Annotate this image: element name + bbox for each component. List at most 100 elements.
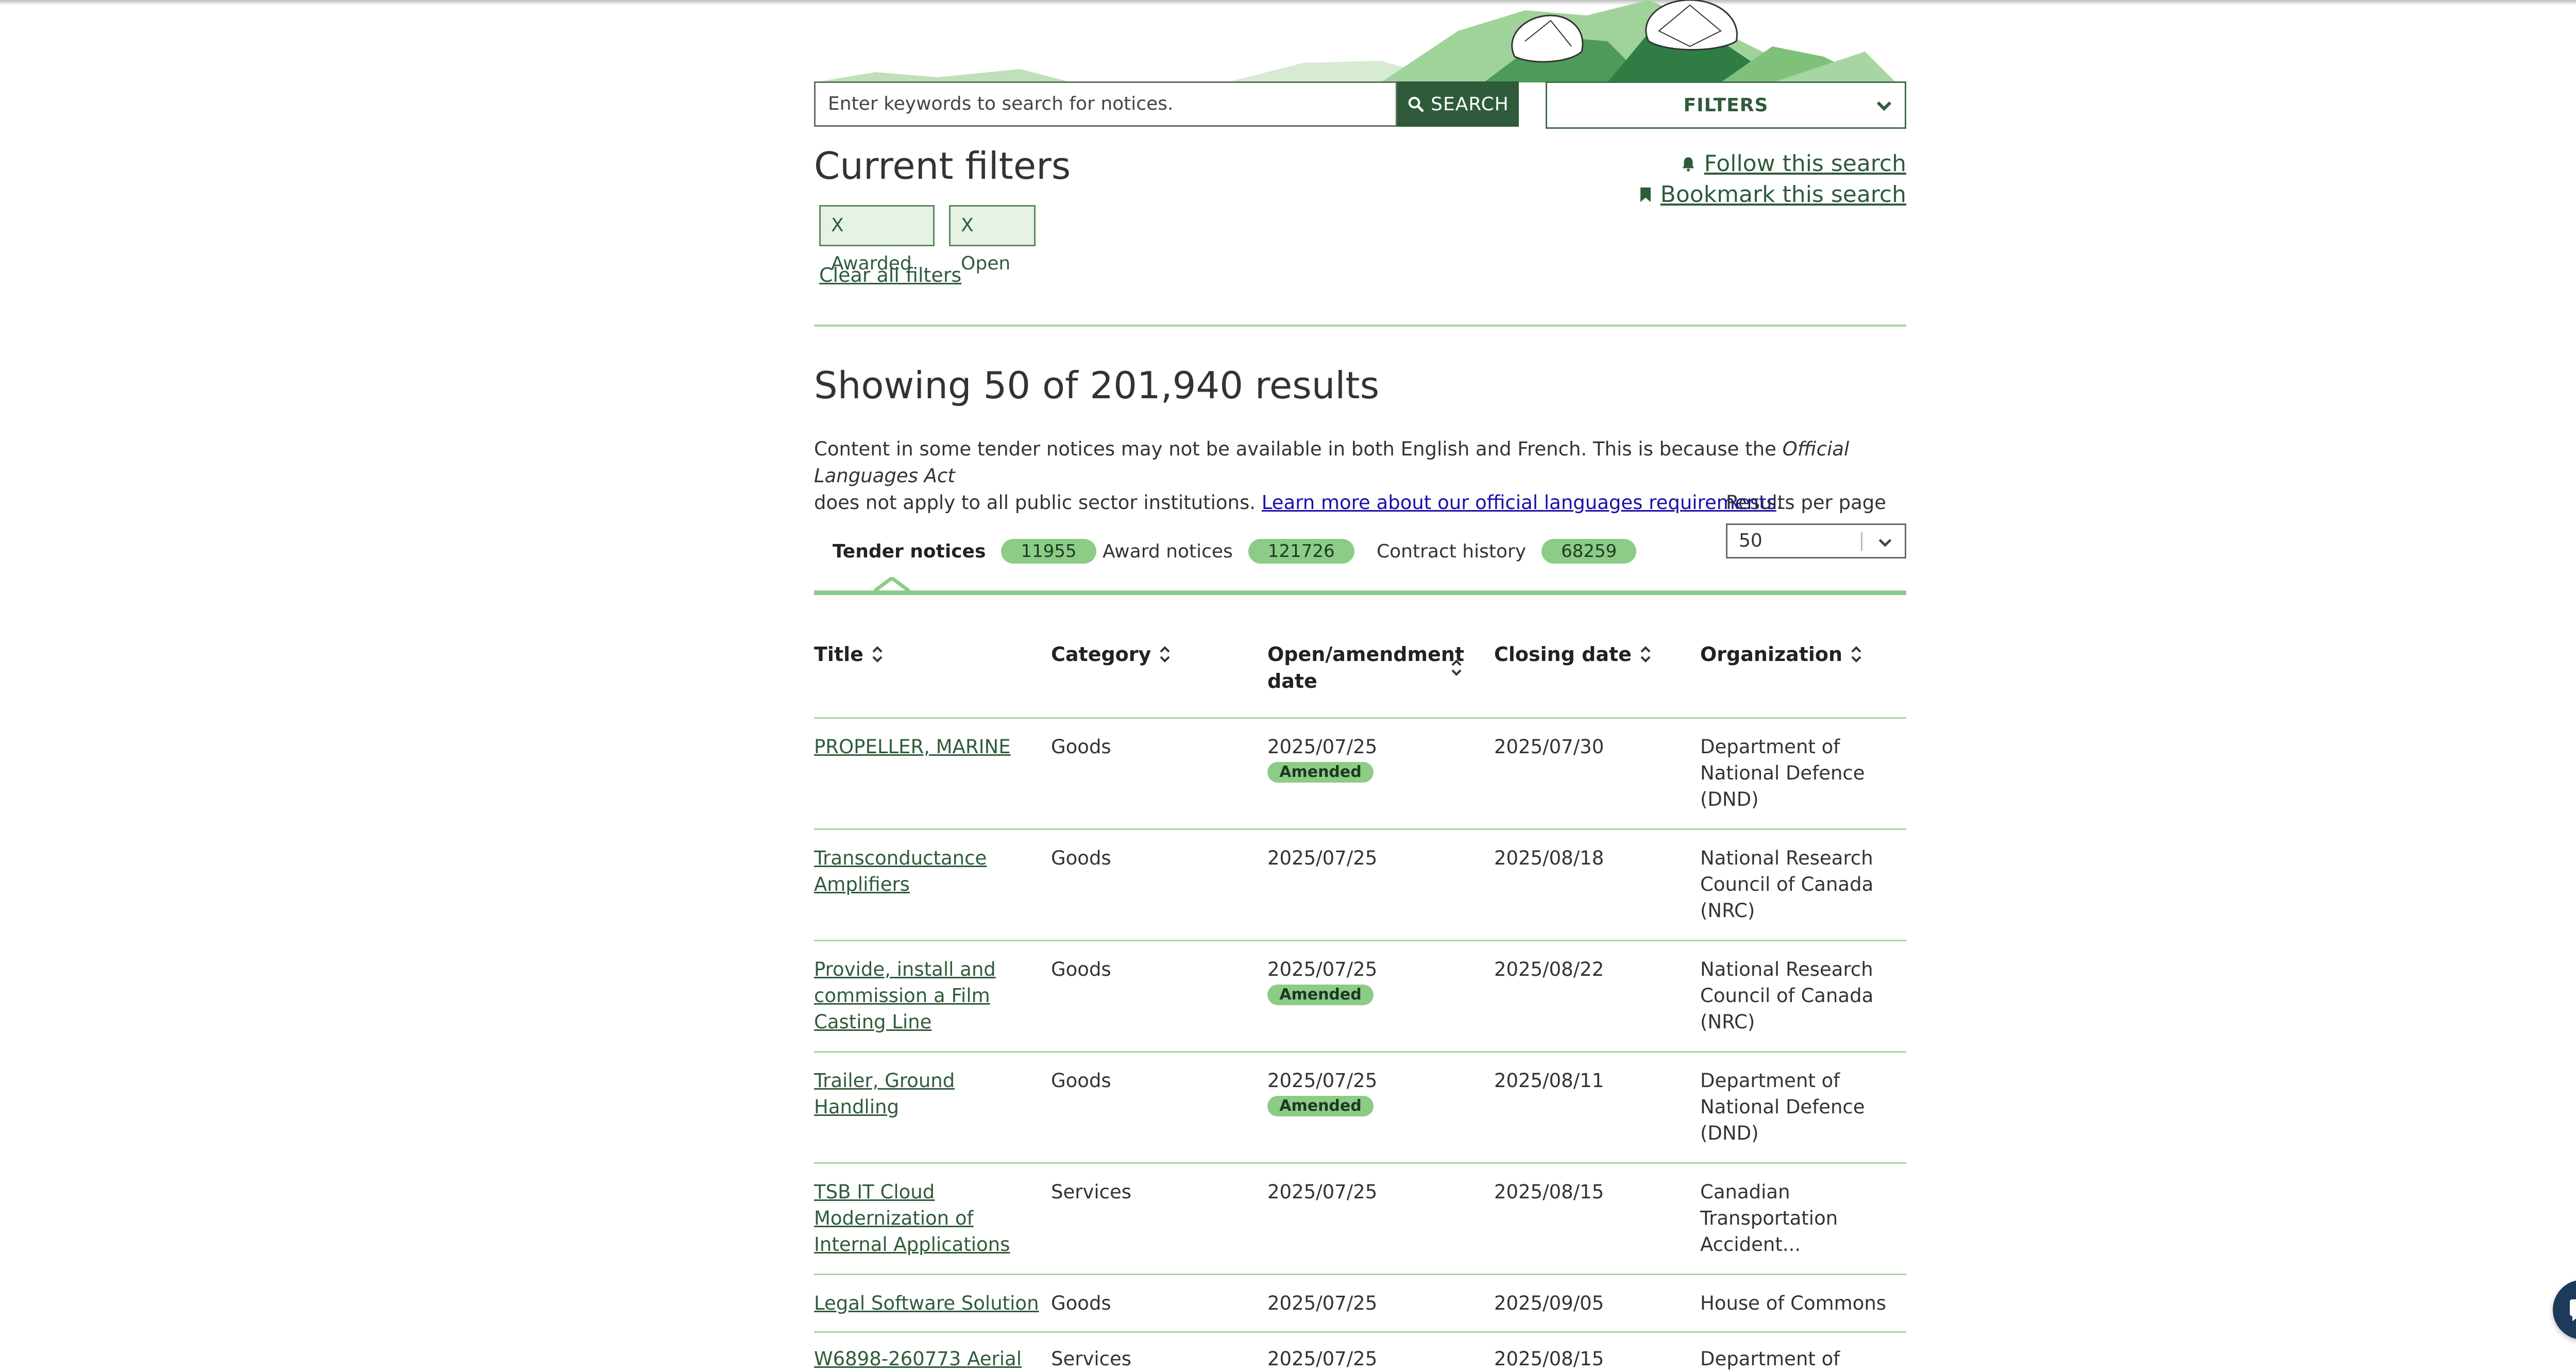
search-button[interactable]: SEARCH	[1397, 81, 1519, 127]
row-title-link[interactable]: Transconductance Amplifiers	[814, 845, 1036, 897]
column-header-label: Closing date	[1494, 643, 1632, 666]
row-closing-date: 2025/08/15	[1494, 1348, 1604, 1370]
main-content: Enter keywords to search for notices. SE…	[814, 0, 1906, 1370]
sort-icon	[872, 646, 883, 663]
results-heading: Showing 50 of 201,940 results	[814, 364, 1380, 407]
amended-badge: Amended	[1267, 762, 1374, 783]
row-closing-date: 2025/07/30	[1494, 736, 1604, 758]
results-per-page-select[interactable]: 50	[1726, 523, 1906, 558]
bookmark-icon	[1640, 187, 1651, 202]
tab-award-notices[interactable]: Award notices 121726	[1103, 539, 1354, 564]
row-open-date: 2025/07/25 Amended	[1267, 956, 1377, 1005]
tab-underline	[814, 590, 1906, 595]
filter-chip-open[interactable]: X Open	[949, 205, 1036, 274]
sort-icon	[1451, 659, 1462, 676]
tab-count-badge: 68259	[1541, 539, 1637, 564]
divider	[814, 325, 1906, 327]
filters-button-label: FILTERS	[1683, 94, 1769, 116]
tab-count-badge: 121726	[1248, 539, 1354, 564]
sort-icon	[1851, 646, 1861, 663]
row-closing-date: 2025/08/22	[1494, 958, 1604, 980]
column-header-open-date[interactable]: Open/amendment date	[1267, 641, 1465, 695]
row-title-link[interactable]: TSB IT Cloud Modernization of Internal A…	[814, 1179, 1036, 1258]
amended-badge: Amended	[1267, 1096, 1374, 1116]
row-category: Services	[1051, 1348, 1132, 1370]
column-header-closing-date[interactable]: Closing date	[1494, 641, 1652, 668]
follow-search-link[interactable]: Follow this search	[1680, 150, 1906, 177]
row-organization: Department of	[1700, 1348, 1840, 1370]
row-divider	[814, 1051, 1906, 1053]
tab-label: Tender notices	[833, 540, 986, 562]
open-date-value: 2025/07/25	[1267, 958, 1378, 980]
row-divider	[814, 1331, 1906, 1333]
follow-search-label: Follow this search	[1704, 150, 1906, 177]
open-date-value: 2025/07/25	[1267, 1070, 1378, 1092]
filters-button[interactable]: FILTERS	[1546, 81, 1906, 129]
chevron-down-icon	[1878, 539, 1892, 547]
chat-icon	[2570, 1299, 2576, 1322]
row-organization: National Research Council of Canada (NRC…	[1700, 958, 1874, 1033]
row-open-date: 2025/07/25	[1267, 1181, 1378, 1203]
notice-text-2: does not apply to all public sector inst…	[814, 492, 1262, 514]
row-closing-date: 2025/09/05	[1494, 1292, 1604, 1314]
row-organization: House of Commons	[1700, 1292, 1887, 1314]
official-languages-link[interactable]: Learn more about our official languages …	[1262, 492, 1776, 514]
row-divider	[814, 1274, 1906, 1275]
notice-text: Content in some tender notices may not b…	[814, 438, 1783, 460]
clear-all-filters-link[interactable]: Clear all filters	[819, 264, 961, 286]
open-date-value: 2025/07/25	[1267, 736, 1378, 758]
results-per-page-label: Results per page	[1726, 492, 1886, 514]
sort-icon	[1160, 646, 1170, 663]
row-divider	[814, 940, 1906, 941]
bookmark-search-link[interactable]: Bookmark this search	[1638, 181, 1906, 208]
row-open-date: 2025/07/25	[1267, 847, 1378, 869]
tab-contract-history[interactable]: Contract history 68259	[1377, 539, 1637, 564]
tab-label: Contract history	[1377, 540, 1527, 562]
filter-chip-awarded[interactable]: X Awarded	[819, 205, 935, 274]
row-title-link[interactable]: Trailer, Ground Handling	[814, 1068, 1041, 1120]
row-category: Goods	[1051, 1070, 1111, 1092]
bell-icon	[1682, 157, 1694, 172]
column-header-label: Open/amendment date	[1267, 643, 1465, 692]
row-category: Goods	[1051, 847, 1111, 869]
search-icon	[1409, 96, 1424, 112]
table-header-divider	[814, 717, 1906, 719]
row-closing-date: 2025/08/18	[1494, 847, 1604, 869]
row-closing-date: 2025/08/11	[1494, 1070, 1604, 1092]
row-divider	[814, 1162, 1906, 1164]
amended-badge: Amended	[1267, 985, 1374, 1005]
row-category: Goods	[1051, 958, 1111, 980]
column-header-label: Organization	[1700, 643, 1843, 666]
row-title-link[interactable]: W6898-260773 Aerial	[814, 1346, 1041, 1372]
row-title-link[interactable]: Provide, install and commission a Film C…	[814, 956, 1036, 1035]
column-header-organization[interactable]: Organization	[1700, 641, 1863, 668]
column-header-category[interactable]: Category	[1051, 641, 1172, 668]
column-header-label: Title	[814, 643, 863, 666]
chat-button[interactable]	[2553, 1280, 2576, 1340]
row-organization: Department of National Defence (DND)	[1700, 1070, 1865, 1144]
row-closing-date: 2025/08/15	[1494, 1181, 1604, 1203]
current-filters-title: Current filters	[814, 144, 1071, 188]
column-header-title[interactable]: Title	[814, 641, 884, 668]
row-open-date: 2025/07/25	[1267, 1292, 1378, 1314]
row-open-date: 2025/07/25 Amended	[1267, 1068, 1377, 1116]
tab-count-badge: 11955	[1001, 539, 1096, 564]
row-title-link[interactable]: PROPELLER, MARINE	[814, 734, 1036, 760]
tab-label: Award notices	[1103, 540, 1233, 562]
search-button-label: SEARCH	[1431, 93, 1509, 115]
sort-icon	[1640, 646, 1651, 663]
select-separator	[1861, 532, 1862, 551]
row-organization: Canadian Transportation Accident...	[1700, 1181, 1838, 1256]
tab-tender-notices[interactable]: Tender notices 11955	[833, 539, 1096, 564]
row-divider	[814, 828, 1906, 830]
bookmark-search-label: Bookmark this search	[1660, 181, 1906, 208]
row-open-date: 2025/07/25	[1267, 1348, 1378, 1370]
column-header-label: Category	[1051, 643, 1151, 666]
row-organization: Department of National Defence (DND)	[1700, 736, 1865, 810]
row-category: Goods	[1051, 736, 1111, 758]
row-title-link[interactable]: Legal Software Solution	[814, 1290, 1041, 1316]
results-per-page-value: 50	[1739, 530, 1762, 551]
search-input[interactable]: Enter keywords to search for notices.	[814, 81, 1397, 127]
row-open-date: 2025/07/25 Amended	[1267, 734, 1377, 783]
chevron-down-icon	[1876, 101, 1892, 111]
